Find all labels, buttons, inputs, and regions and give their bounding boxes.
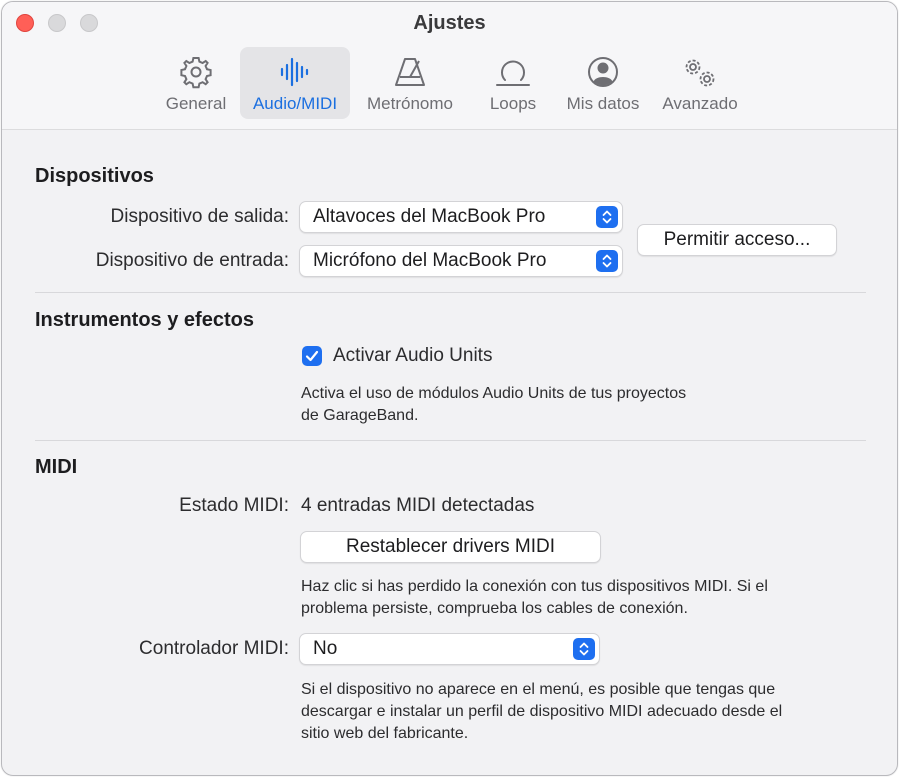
- window-title: Ajustes: [413, 12, 486, 34]
- reset-midi-drivers-button[interactable]: Restablecer drivers MIDI: [300, 531, 601, 563]
- midi-status-value: 4 entradas MIDI detectadas: [301, 495, 535, 516]
- instruments-section-title: Instrumentos y efectos: [35, 309, 254, 331]
- tab-general[interactable]: General: [154, 47, 238, 119]
- tab-audio-midi[interactable]: Audio/MIDI: [240, 47, 350, 119]
- output-device-value: Altavoces del MacBook Pro: [313, 206, 546, 227]
- input-device-value: Micrófono del MacBook Pro: [313, 250, 547, 271]
- audio-units-help-line: Activa el uso de módulos Audio Units de …: [301, 385, 687, 402]
- loop-icon: [476, 55, 550, 86]
- tab-advanced[interactable]: Avanzado: [654, 47, 746, 119]
- checkmark-icon: [305, 350, 319, 362]
- tab-my-info-label: Mis datos: [566, 94, 640, 113]
- midi-section-title: MIDI: [35, 456, 78, 478]
- devices-section-title: Dispositivos: [35, 165, 154, 187]
- divider: [35, 440, 866, 441]
- midi-controller-value: No: [313, 638, 338, 659]
- gear-icon: [154, 55, 238, 89]
- audio-units-checkbox[interactable]: [302, 346, 322, 366]
- tab-general-label: General: [165, 94, 227, 113]
- input-device-popup[interactable]: Micrófono del MacBook Pro: [299, 245, 623, 277]
- settings-window: Ajustes General Audio/MIDI Metrónomo Loo…: [1, 1, 898, 776]
- output-device-label: Dispositivo de salida:: [110, 206, 289, 227]
- midi-status-label: Estado MIDI:: [179, 495, 289, 516]
- person-circle-icon: [558, 55, 648, 87]
- tab-loops[interactable]: Loops: [476, 47, 550, 119]
- gears-icon: [654, 55, 746, 87]
- settings-content: Dispositivos Dispositivo de salida: Alta…: [2, 130, 897, 775]
- allow-access-button[interactable]: Permitir acceso...: [637, 224, 837, 256]
- chevron-updown-icon: [573, 638, 595, 660]
- tab-loops-label: Loops: [489, 94, 537, 113]
- tab-my-info[interactable]: Mis datos: [558, 47, 648, 119]
- audio-units-help-line: de GarageBand.: [301, 407, 419, 424]
- audio-units-checkbox-label: Activar Audio Units: [333, 345, 493, 366]
- reset-midi-help-line: Haz clic si has perdido la conexión con …: [301, 578, 768, 595]
- midi-controller-help-line: sitio web del fabricante.: [301, 725, 469, 742]
- midi-controller-help-line: Si el dispositivo no aparece en el menú,…: [301, 681, 776, 698]
- tab-metronome-label: Metrónomo: [367, 94, 453, 113]
- tab-audio-midi-label: Audio/MIDI: [252, 94, 338, 113]
- toolbar: Ajustes General Audio/MIDI Metrónomo Loo…: [2, 2, 897, 130]
- metronome-icon: [358, 55, 462, 86]
- reset-midi-help-line: problema persiste, comprueba los cables …: [301, 600, 688, 617]
- audio-waveform-icon: [240, 55, 350, 87]
- output-device-popup[interactable]: Altavoces del MacBook Pro: [299, 201, 623, 233]
- midi-controller-popup[interactable]: No: [299, 633, 600, 665]
- midi-controller-help-line: descargar e instalar un perfil de dispos…: [301, 703, 783, 720]
- chevron-updown-icon: [596, 250, 618, 272]
- chevron-updown-icon: [596, 206, 618, 228]
- tab-advanced-label: Avanzado: [662, 94, 738, 113]
- midi-controller-label: Controlador MIDI:: [139, 638, 289, 659]
- tab-metronome[interactable]: Metrónomo: [358, 47, 462, 119]
- divider: [35, 292, 866, 293]
- input-device-label: Dispositivo de entrada:: [95, 250, 289, 271]
